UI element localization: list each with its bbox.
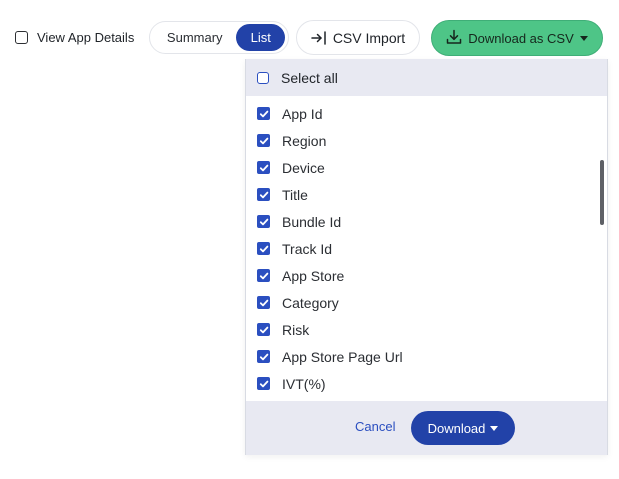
select-all-checkbox[interactable] [257, 71, 269, 84]
column-option[interactable]: Region [246, 127, 607, 154]
column-option-label: App Store Page Url [282, 348, 403, 365]
download-button[interactable]: Download [411, 411, 515, 445]
csv-import-label: CSV Import [332, 29, 406, 46]
column-option[interactable]: Risk [246, 316, 607, 343]
column-option[interactable]: IVT(%) [246, 370, 607, 397]
check-icon[interactable] [257, 350, 270, 363]
import-arrow-icon [311, 30, 327, 45]
column-option[interactable]: Track Id [246, 235, 607, 262]
cancel-button[interactable]: Cancel [355, 419, 395, 434]
column-option-label: Bundle Id [282, 213, 342, 230]
select-all-label: Select all [281, 69, 338, 86]
view-app-details-label: View App Details [37, 29, 135, 45]
column-option-label: Risk [282, 321, 310, 338]
download-as-csv-button[interactable]: Download as CSV [431, 20, 603, 56]
download-as-csv-label: Download as CSV [468, 30, 574, 46]
check-icon[interactable] [257, 107, 270, 120]
column-option[interactable]: Title [246, 181, 607, 208]
toolbar: View App Details Summary List CSV Import… [0, 0, 619, 60]
column-options-list: App Id Region Device Title Bundle Id Tra… [246, 100, 607, 401]
check-icon[interactable] [257, 134, 270, 147]
column-option[interactable]: Category [246, 289, 607, 316]
column-option-label: Device [282, 159, 325, 176]
column-option-label: Title [282, 186, 308, 203]
select-all-row[interactable]: Select all [246, 59, 607, 96]
column-option-label: Region [282, 132, 327, 149]
column-option[interactable]: App Store Page Url [246, 343, 607, 370]
csv-columns-dropdown: Select all App Id Region Device Title Bu… [245, 59, 608, 455]
download-icon [446, 29, 462, 48]
column-option[interactable]: App Id [246, 100, 607, 127]
caret-down-icon [490, 425, 499, 431]
view-mode-toggle: Summary List [149, 21, 289, 54]
check-icon[interactable] [257, 377, 270, 390]
check-icon[interactable] [257, 188, 270, 201]
column-option-label: App Id [282, 105, 323, 122]
caret-down-icon [579, 35, 588, 41]
segment-list[interactable]: List [236, 24, 285, 51]
column-option[interactable]: Device [246, 154, 607, 181]
view-app-details-checkbox[interactable] [15, 30, 28, 44]
column-option-label: App Store [282, 267, 345, 284]
column-option[interactable]: Bundle Id [246, 208, 607, 235]
download-label: Download [427, 420, 486, 436]
column-option[interactable]: App Store [246, 262, 607, 289]
segment-summary[interactable]: Summary [153, 24, 236, 51]
view-app-details-toggle[interactable]: View App Details [15, 29, 134, 45]
check-icon[interactable] [257, 215, 270, 228]
column-option-label: Track Id [282, 240, 333, 257]
options-scrollbar[interactable] [600, 160, 604, 225]
check-icon[interactable] [257, 296, 270, 309]
check-icon[interactable] [257, 161, 270, 174]
check-icon[interactable] [257, 242, 270, 255]
column-option-label: Category [282, 294, 339, 311]
check-icon[interactable] [257, 269, 270, 282]
column-option-label: IVT(%) [282, 375, 326, 392]
dropdown-footer: Cancel Download [246, 401, 607, 455]
check-icon[interactable] [257, 323, 270, 336]
csv-import-button[interactable]: CSV Import [296, 20, 420, 55]
